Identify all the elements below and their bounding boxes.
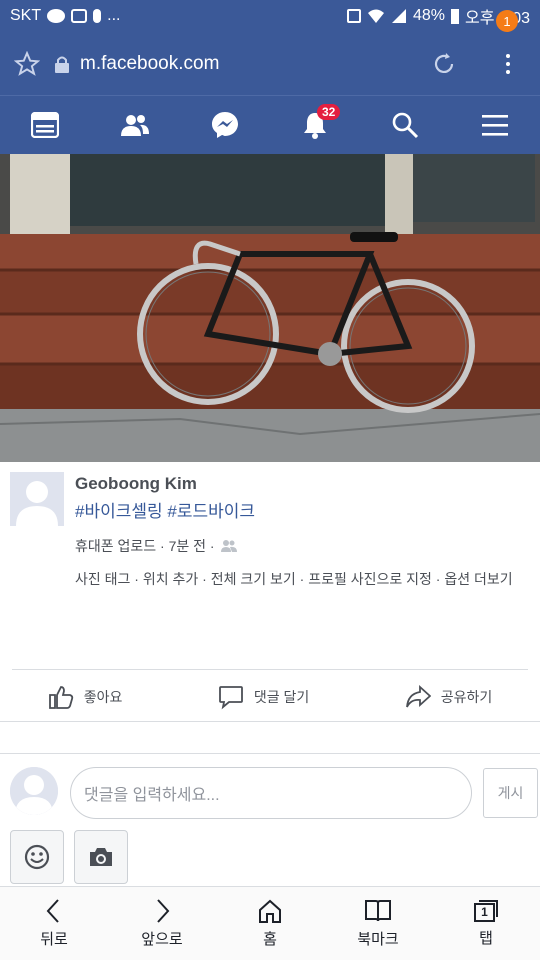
author-avatar[interactable] <box>10 472 64 526</box>
news-feed-icon <box>31 112 59 138</box>
browser-url-bar: m.facebook.com <box>0 32 540 95</box>
camera-icon <box>90 848 112 866</box>
tabs-label: 탭 <box>479 930 493 947</box>
mute-icon <box>346 9 361 23</box>
back-label: 뒤로 <box>40 931 68 948</box>
forward-label: 앞으로 <box>141 931 183 948</box>
post-meta: 휴대폰 업로드 · 7분 전 · <box>75 536 237 556</box>
comment-placeholder: 댓글을 입력하세요... <box>84 787 220 804</box>
search-icon <box>392 112 419 139</box>
mic-icon <box>93 9 102 23</box>
home-icon <box>259 899 281 923</box>
menu-dot <box>506 61 510 66</box>
home-label: 홈 <box>263 931 277 948</box>
bicycle-photo-image <box>0 154 540 462</box>
divider <box>0 753 540 754</box>
like-button[interactable]: 좋아요 <box>48 684 123 710</box>
nav-notifications[interactable]: 32 <box>285 96 345 155</box>
home-button[interactable]: 홈 <box>230 898 310 949</box>
wifi-icon <box>367 9 384 23</box>
commenter-avatar <box>10 767 58 815</box>
talk-icon <box>47 9 66 23</box>
tabs-button[interactable]: 1 탭 <box>446 899 526 948</box>
post-meta-text: 휴대폰 업로드 · 7분 전 · <box>75 538 215 554</box>
facebook-nav-bar: 32 <box>0 95 540 154</box>
more-dots: ... <box>107 7 121 24</box>
post-actions: 좋아요 댓글 달기 공유하기 <box>0 672 540 722</box>
comment-label: 댓글 달기 <box>253 689 310 705</box>
divider <box>12 669 528 670</box>
lock-icon <box>55 56 69 73</box>
browser-menu-badge: 1 <box>496 10 518 32</box>
signal-icon <box>391 9 406 23</box>
share-arrow-icon <box>405 685 431 708</box>
sticker-button[interactable] <box>10 830 64 884</box>
friends-icon <box>121 115 149 136</box>
tab-count: 1 <box>481 905 488 919</box>
status-bar: SKT ... 48% 오후 3:03 <box>0 0 540 32</box>
post-photo[interactable] <box>0 154 540 462</box>
friends-audience-icon <box>220 540 237 552</box>
image-icon <box>71 9 88 23</box>
like-label: 좋아요 <box>83 689 123 705</box>
tabs-icon: 1 <box>473 899 499 923</box>
comment-bubble-icon <box>218 686 243 710</box>
default-avatar-icon <box>10 767 58 815</box>
book-icon <box>365 900 391 922</box>
nav-search[interactable] <box>375 96 435 155</box>
bookmarks-label: 북마크 <box>357 931 399 948</box>
thumbs-up-icon <box>48 686 73 709</box>
url-text: m.facebook.com <box>80 52 220 74</box>
bookmarks-button[interactable]: 북마크 <box>338 898 418 949</box>
smiley-icon <box>24 844 50 870</box>
post-comment-button[interactable]: 게시 <box>483 768 538 818</box>
chevron-left-icon <box>46 899 59 923</box>
default-avatar-icon <box>10 472 64 526</box>
comment-button[interactable]: 댓글 달기 <box>218 684 309 710</box>
hamburger-icon <box>482 115 508 136</box>
post-caption[interactable]: #바이크셀링 #로드바이크 <box>75 497 255 522</box>
browser-bottom-bar: 뒤로 앞으로 홈 북마크 1 탭 <box>0 886 540 960</box>
forward-button[interactable]: 앞으로 <box>122 898 202 949</box>
menu-dot <box>506 69 510 74</box>
reload-icon[interactable] <box>430 50 458 78</box>
nav-news-feed[interactable] <box>15 96 75 155</box>
carrier-label: SKT <box>10 7 42 24</box>
comment-input[interactable]: 댓글을 입력하세요... <box>70 767 472 819</box>
menu-dot <box>506 53 510 58</box>
divider <box>0 721 540 722</box>
battery-icon <box>450 8 459 24</box>
share-button[interactable]: 공유하기 <box>405 685 493 709</box>
back-button[interactable]: 뒤로 <box>14 898 94 949</box>
browser-menu-button[interactable] <box>498 49 518 79</box>
nav-friend-requests[interactable] <box>105 96 165 155</box>
photo-attach-button[interactable] <box>74 830 128 884</box>
address-field[interactable]: m.facebook.com <box>54 53 430 75</box>
share-label: 공유하기 <box>440 689 493 705</box>
author-name[interactable]: Geoboong Kim <box>75 474 197 494</box>
notifications-badge: 32 <box>317 103 341 120</box>
nav-messenger[interactable] <box>195 96 255 155</box>
messenger-icon <box>212 112 238 138</box>
nav-menu[interactable] <box>465 96 525 155</box>
battery-level: 48% <box>412 7 445 24</box>
photo-options[interactable]: 사진 태그 · 위치 추가 · 전체 크기 보기 · 프로필 사진으로 지정 ·… <box>75 564 530 595</box>
bookmark-star-icon[interactable] <box>14 50 40 77</box>
chevron-right-icon <box>157 899 170 923</box>
